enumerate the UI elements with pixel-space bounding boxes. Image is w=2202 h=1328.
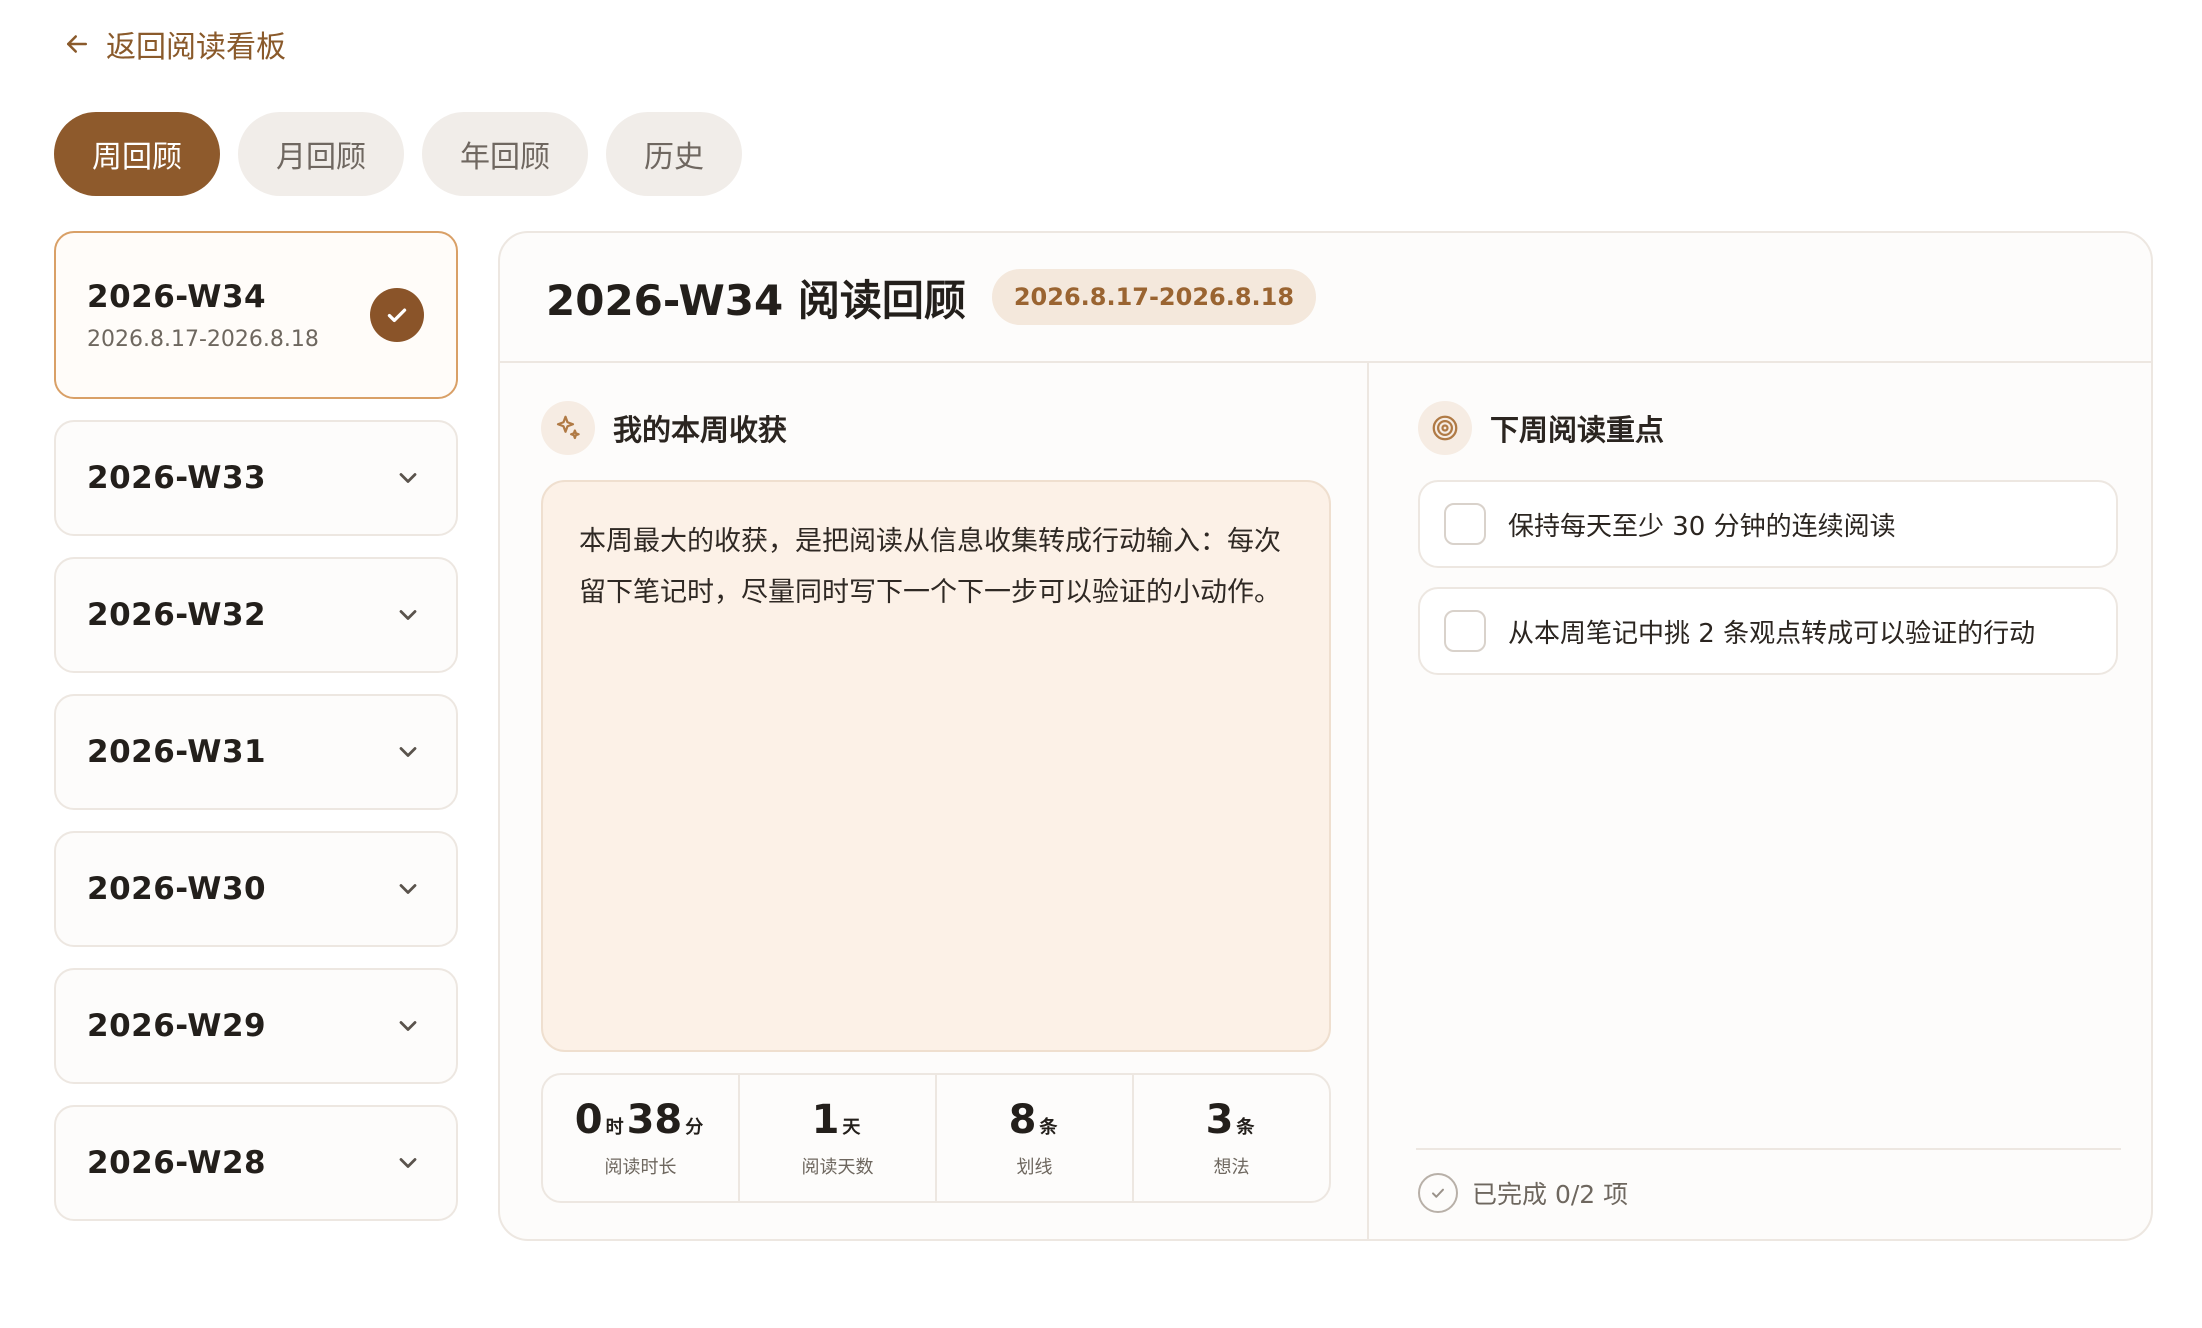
week-item-selected[interactable]: 2026-W34 2026.8.17-2026.8.18 (54, 231, 458, 399)
focus-item-text: 保持每天至少 30 分钟的连续阅读 (1508, 511, 1896, 542)
tab-yearly[interactable]: 年回顾 (422, 112, 588, 196)
review-tabs: 周回顾 月回顾 年回顾 历史 (54, 112, 742, 196)
chevron-down-icon (399, 1158, 417, 1168)
stat-reading-days: 1 天 阅读天数 (740, 1075, 937, 1201)
week-date-range: 2026.8.17-2026.8.18 (87, 326, 319, 352)
target-icon (1418, 401, 1472, 455)
focus-checkbox[interactable] (1444, 610, 1486, 652)
week-item[interactable]: 2026-W30 (54, 831, 458, 947)
stat-unit: 天 (842, 1117, 861, 1138)
chevron-down-icon (399, 473, 417, 483)
review-panel: 2026-W34 阅读回顾 2026.8.17-2026.8.18 我的本周收获… (498, 231, 2153, 1241)
stat-number: 8 (1008, 1097, 1037, 1143)
chevron-down-icon (399, 884, 417, 894)
stat-value: 8 条 (1009, 1097, 1061, 1143)
focus-item[interactable]: 从本周笔记中挑 2 条观点转成可以验证的行动 (1418, 587, 2118, 675)
week-title: 2026-W32 (87, 597, 267, 633)
week-title: 2026-W30 (87, 871, 267, 907)
stats-bar: 0 时 38 分 阅读时长 1 天 阅读天数 8 条 划线 3 条 想法 (541, 1073, 1331, 1203)
stat-label: 阅读时长 (604, 1157, 677, 1178)
week-item-text: 2026-W34 2026.8.17-2026.8.18 (87, 279, 319, 352)
stat-unit: 条 (1236, 1117, 1255, 1138)
stat-number: 38 (626, 1097, 683, 1143)
stat-label: 想法 (1213, 1157, 1250, 1178)
week-item[interactable]: 2026-W28 (54, 1105, 458, 1221)
week-item[interactable]: 2026-W32 (54, 557, 458, 673)
tab-monthly[interactable]: 月回顾 (238, 112, 404, 196)
stat-value: 3 条 (1206, 1097, 1258, 1143)
stat-value: 1 天 (812, 1097, 864, 1143)
stat-highlights: 8 条 划线 (937, 1075, 1134, 1201)
week-list: 2026-W34 2026.8.17-2026.8.18 2026-W33 20… (54, 231, 458, 1242)
week-title: 2026-W29 (87, 1008, 267, 1044)
check-circle-icon (1418, 1173, 1458, 1213)
chevron-down-icon (399, 747, 417, 757)
stat-reading-time: 0 时 38 分 阅读时长 (543, 1075, 740, 1201)
week-title: 2026-W34 (87, 278, 267, 315)
chevron-down-icon (399, 610, 417, 620)
stat-value: 0 时 38 分 (575, 1097, 707, 1143)
arrow-left-icon (67, 35, 87, 53)
stat-label: 划线 (1016, 1157, 1053, 1178)
sparkle-icon (541, 401, 595, 455)
focus-title: 下周阅读重点 (1490, 413, 1665, 447)
page-title: 2026-W34 阅读回顾 (546, 275, 966, 325)
stat-label: 阅读天数 (801, 1157, 874, 1178)
chevron-down-icon (399, 1021, 417, 1031)
stat-unit: 条 (1039, 1117, 1058, 1138)
week-title: 2026-W28 (87, 1145, 267, 1181)
gains-title: 我的本周收获 (613, 413, 788, 447)
gains-text-box[interactable]: 本周最大的收获，是把阅读从信息收集转成行动输入：每次留下笔记时，尽量同时写下一个… (541, 480, 1331, 1052)
stat-number: 0 (574, 1097, 603, 1143)
week-title: 2026-W33 (87, 460, 267, 496)
date-range-badge: 2026.8.17-2026.8.18 (991, 269, 1317, 325)
week-item[interactable]: 2026-W29 (54, 968, 458, 1084)
stat-unit: 分 (685, 1117, 704, 1138)
stat-number: 1 (811, 1097, 840, 1143)
stat-number: 3 (1205, 1097, 1234, 1143)
gains-section-header: 我的本周收获 (541, 401, 787, 455)
review-header: 2026-W34 阅读回顾 2026.8.17-2026.8.18 (500, 233, 2151, 363)
tab-weekly[interactable]: 周回顾 (54, 112, 220, 196)
back-to-dashboard-link[interactable]: 返回阅读看板 (62, 22, 286, 66)
back-link-label: 返回阅读看板 (106, 30, 286, 65)
column-divider (1367, 363, 1369, 1239)
stat-thoughts: 3 条 想法 (1134, 1075, 1329, 1201)
week-item[interactable]: 2026-W33 (54, 420, 458, 536)
focus-checkbox[interactable] (1444, 503, 1486, 545)
focus-item[interactable]: 保持每天至少 30 分钟的连续阅读 (1418, 480, 2118, 568)
focus-item-text: 从本周笔记中挑 2 条观点转成可以验证的行动 (1508, 618, 2036, 649)
gains-text: 本周最大的收获，是把阅读从信息收集转成行动输入：每次留下笔记时，尽量同时写下一个… (579, 526, 1281, 608)
week-item[interactable]: 2026-W31 (54, 694, 458, 810)
completion-status: 已完成 0/2 项 (1418, 1173, 1628, 1213)
focus-section-header: 下周阅读重点 (1418, 401, 1664, 455)
completion-text: 已完成 0/2 项 (1472, 1180, 1629, 1209)
progress-divider (1416, 1148, 2121, 1150)
tab-history[interactable]: 历史 (606, 112, 742, 196)
week-title: 2026-W31 (87, 734, 267, 770)
stat-unit: 时 (605, 1117, 624, 1138)
check-icon (370, 288, 424, 342)
